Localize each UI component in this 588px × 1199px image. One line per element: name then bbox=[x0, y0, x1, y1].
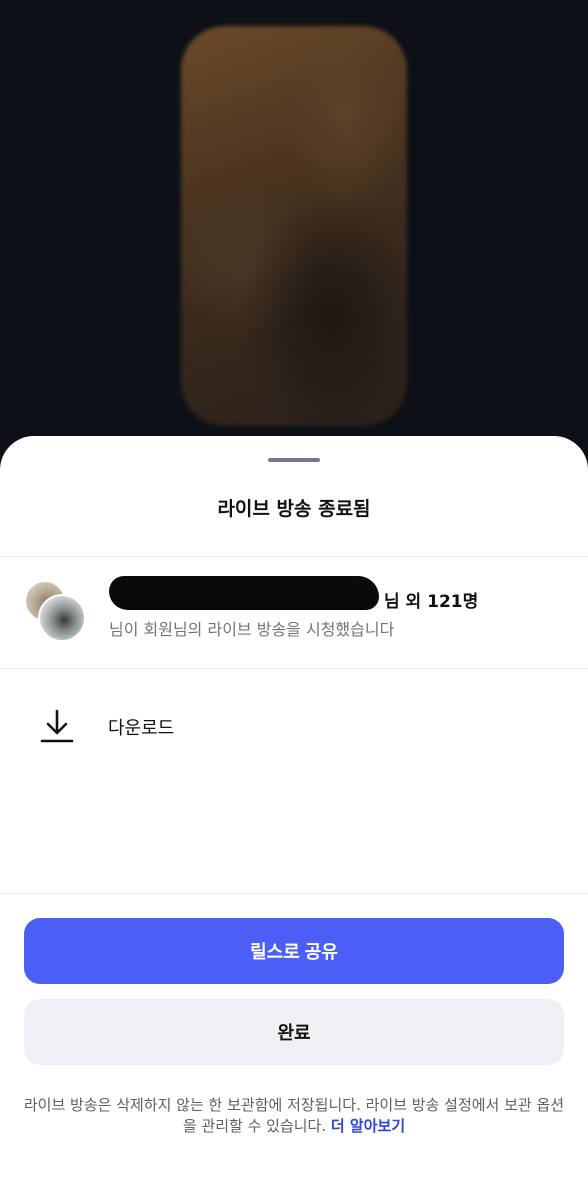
viewers-subtitle: 님이 회원님의 라이브 방송을 시청했습니다 bbox=[109, 620, 395, 639]
divider bbox=[0, 556, 588, 557]
viewers-count-text[interactable]: 님 외 121명 bbox=[384, 587, 478, 612]
divider bbox=[0, 668, 588, 669]
learn-more-link[interactable]: 더 알아보기 bbox=[331, 1117, 405, 1135]
bottom-sheet: 라이브 방송 종료됨 님 외 121명 님이 회원님의 라이브 방송을 시청했습… bbox=[0, 436, 588, 1199]
sheet-title: 라이브 방송 종료됨 bbox=[217, 498, 371, 520]
done-button[interactable]: 완료 bbox=[24, 999, 564, 1065]
archive-footnote: 라이브 방송은 삭제하지 않는 한 보관함에 저장됩니다. 라이브 방송 설정에… bbox=[20, 1095, 568, 1137]
download-option[interactable]: 다운로드 bbox=[0, 702, 588, 762]
redacted-viewer-name bbox=[109, 576, 379, 610]
viewer-avatars[interactable] bbox=[24, 580, 100, 646]
share-to-reels-button[interactable]: 릴스로 공유 bbox=[24, 918, 564, 984]
divider bbox=[0, 893, 588, 894]
avatar bbox=[38, 594, 86, 642]
footnote-text: 라이브 방송은 삭제하지 않는 한 보관함에 저장됩니다. 라이브 방송 설정에… bbox=[23, 1096, 565, 1135]
live-video-thumbnail bbox=[181, 26, 407, 426]
download-icon bbox=[40, 709, 74, 743]
sheet-grabber[interactable] bbox=[268, 458, 320, 462]
download-label: 다운로드 bbox=[108, 718, 175, 739]
